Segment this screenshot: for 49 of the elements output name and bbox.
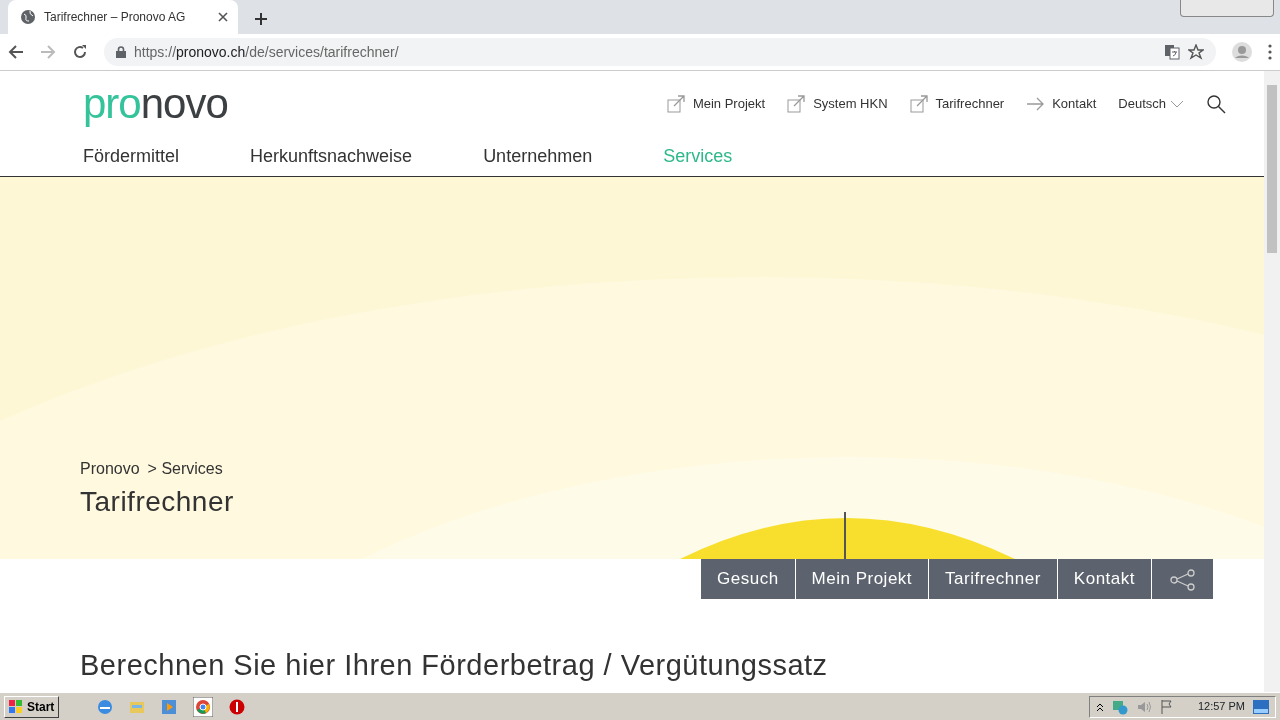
- media-player-icon[interactable]: [161, 698, 178, 715]
- menu-icon[interactable]: [1268, 44, 1272, 60]
- share-button[interactable]: [1152, 559, 1213, 599]
- action-button[interactable]: Kontakt: [1057, 559, 1151, 599]
- network-icon[interactable]: [1111, 698, 1128, 715]
- url-text: https://pronovo.ch/de/services/tarifrechner/: [134, 42, 400, 62]
- scrollbar[interactable]: [1264, 71, 1280, 692]
- browser-tab[interactable]: Tarifrechner – Pronovo AG: [8, 0, 238, 34]
- search-icon[interactable]: [1206, 93, 1226, 114]
- action-button[interactable]: Gesuch: [701, 559, 795, 599]
- close-icon[interactable]: [218, 12, 228, 22]
- globe-icon: [20, 9, 36, 25]
- utility-link[interactable]: Kontakt: [1052, 93, 1097, 114]
- share-icon: [1169, 568, 1196, 591]
- translate-icon[interactable]: [1164, 44, 1180, 60]
- stop-icon[interactable]: [229, 698, 246, 715]
- utility-link[interactable]: Mein Projekt: [692, 93, 766, 114]
- clock: 12:57 PM: [1197, 699, 1245, 715]
- language-select[interactable]: Deutsch: [1118, 93, 1166, 114]
- forward-icon[interactable]: [40, 44, 56, 60]
- lock-icon: [116, 46, 126, 58]
- profile-icon[interactable]: [1232, 42, 1252, 62]
- page-heading: Berechnen Sie hier Ihren Förderbetrag / Vergütungssatz: [80, 649, 829, 683]
- external-link-icon: [666, 94, 685, 113]
- chevron-up-icon[interactable]: [1095, 701, 1104, 712]
- flag-icon[interactable]: [1159, 698, 1174, 715]
- windows-logo-icon: [9, 699, 23, 714]
- star-icon[interactable]: [1188, 44, 1204, 60]
- nav-link[interactable]: Unternehmen: [483, 142, 593, 170]
- external-link-icon: [909, 94, 928, 113]
- show-desktop-icon[interactable]: [1253, 699, 1269, 714]
- address-bar[interactable]: https://pronovo.ch/de/services/tarifrechner/: [104, 38, 1216, 66]
- logo[interactable]: pronovo: [83, 82, 228, 125]
- action-button[interactable]: Tarifrechner: [929, 559, 1057, 599]
- nav-link[interactable]: Herkunftsnachweise: [250, 142, 413, 170]
- utility-link[interactable]: Tarifrechner: [935, 93, 1005, 114]
- new-tab-icon[interactable]: [254, 12, 268, 26]
- start-button[interactable]: Start: [4, 695, 60, 718]
- external-link-icon: [787, 94, 806, 113]
- reload-icon[interactable]: [72, 44, 88, 60]
- action-button[interactable]: Mein Projekt: [795, 559, 929, 599]
- nav-link[interactable]: Fördermittel: [83, 142, 180, 170]
- chrome-icon[interactable]: [193, 696, 214, 717]
- back-icon[interactable]: [8, 44, 24, 60]
- chevron-down-icon: [1170, 99, 1184, 108]
- breadcrumb-link[interactable]: > Services: [147, 457, 223, 481]
- utility-link[interactable]: System HKN: [813, 93, 888, 114]
- page-title: Tarifrechner: [80, 485, 234, 519]
- breadcrumb-link[interactable]: Pronovo: [80, 457, 140, 481]
